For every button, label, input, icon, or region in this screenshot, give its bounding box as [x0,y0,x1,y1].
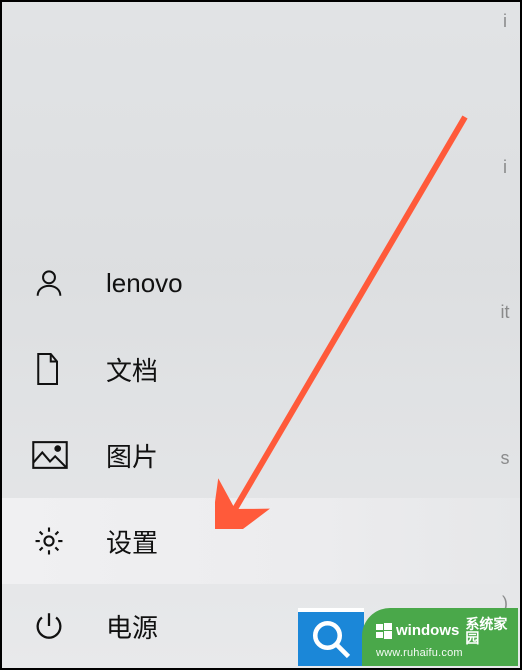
start-menu-panel: lenovo 文档 图片 [2,2,520,668]
start-item-label: 图片 [106,437,158,474]
user-icon [32,266,88,300]
power-icon [32,609,88,643]
start-item-pictures[interactable]: 图片 [2,412,520,498]
start-item-label: 设置 [106,523,158,560]
pictures-icon [32,440,88,470]
start-menu-list: lenovo 文档 图片 [2,240,520,668]
start-item-label: 电源 [106,608,158,645]
watermark-url: www.ruhaifu.com [376,648,510,660]
start-item-documents[interactable]: 文档 [2,326,520,412]
start-item-settings[interactable]: 设置 [2,498,520,584]
watermark-brand: windows [396,623,459,639]
windows-logo-icon [376,623,392,639]
search-icon [310,618,352,660]
watermark-badge: windows 系统家园 www.ruhaifu.com [362,608,518,666]
taskbar-search-tile[interactable] [298,608,364,666]
start-item-label: lenovo [106,268,183,299]
start-item-user[interactable]: lenovo [2,240,520,326]
watermark-brand-zh: 系统家园 [465,617,510,646]
settings-icon [32,524,88,558]
document-icon [32,351,88,387]
start-item-label: 文档 [106,351,158,388]
right-edge-text-fragments: i i it s ) [496,12,514,612]
